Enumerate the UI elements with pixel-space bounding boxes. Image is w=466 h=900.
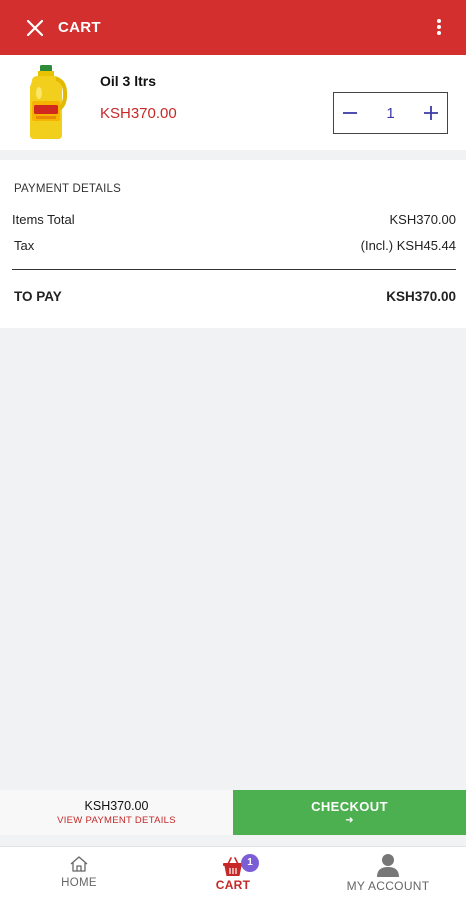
arrow-right-icon: ➜	[345, 815, 354, 826]
items-total-label: Items Total	[12, 212, 75, 227]
to-pay-label: TO PAY	[14, 289, 62, 304]
checkout-label: CHECKOUT	[311, 799, 388, 814]
decrease-quantity-button[interactable]	[334, 93, 366, 133]
item-name[interactable]: Oil 3 ltrs	[100, 73, 156, 89]
tax-row: Tax (Incl.) KSH45.44	[12, 238, 456, 253]
page-title: CART	[58, 19, 101, 36]
checkout-bar: KSH370.00 VIEW PAYMENT DETAILS CHECKOUT …	[0, 790, 466, 835]
order-total: KSH370.00	[84, 799, 149, 813]
nav-home-label: HOME	[61, 877, 97, 889]
minus-icon	[343, 112, 357, 114]
divider	[12, 269, 456, 270]
increase-quantity-button[interactable]	[415, 93, 447, 133]
tax-label: Tax	[14, 238, 35, 253]
section-divider	[0, 150, 466, 160]
nav-account-label: MY ACCOUNT	[346, 879, 430, 893]
items-total-value: KSH370.00	[389, 212, 457, 227]
payment-details-card: PAYMENT DETAILS Items Total KSH370.00 Ta…	[0, 160, 466, 328]
item-price: KSH370.00	[100, 105, 177, 122]
nav-cart-label: CART	[215, 878, 251, 892]
home-icon	[70, 856, 88, 872]
quantity-stepper: 1	[333, 92, 448, 134]
cart-item: Oil 3 ltrs KSH370.00 1	[0, 55, 466, 150]
app-bar: CART	[0, 0, 466, 55]
nav-tab-my-account[interactable]: MY ACCOUNT	[336, 847, 440, 900]
to-pay-row: TO PAY KSH370.00	[12, 289, 456, 304]
overflow-menu-button[interactable]	[424, 12, 454, 42]
nav-tab-cart[interactable]: 1 CART	[200, 847, 266, 900]
payment-details-heading: PAYMENT DETAILS	[14, 183, 121, 195]
bottom-navigation: HOME 1 CART MY ACCOUNT	[0, 846, 466, 900]
plus-icon	[424, 106, 438, 120]
checkout-button[interactable]: CHECKOUT ➜	[233, 790, 466, 835]
quantity-value: 1	[386, 104, 395, 122]
oil-bottle-image[interactable]	[22, 63, 70, 141]
close-button[interactable]	[18, 11, 52, 45]
items-total-row: Items Total KSH370.00	[12, 212, 456, 227]
user-icon	[377, 854, 399, 877]
to-pay-value: KSH370.00	[386, 289, 456, 304]
more-vertical-icon	[437, 19, 441, 35]
close-icon	[26, 19, 44, 36]
tax-value: (Incl.) KSH45.44	[360, 238, 456, 253]
view-payment-details-link[interactable]: VIEW PAYMENT DETAILS	[0, 815, 233, 826]
order-summary: KSH370.00 VIEW PAYMENT DETAILS	[0, 790, 233, 835]
cart-count-badge: 1	[241, 854, 259, 872]
nav-tab-home[interactable]: HOME	[50, 847, 108, 900]
